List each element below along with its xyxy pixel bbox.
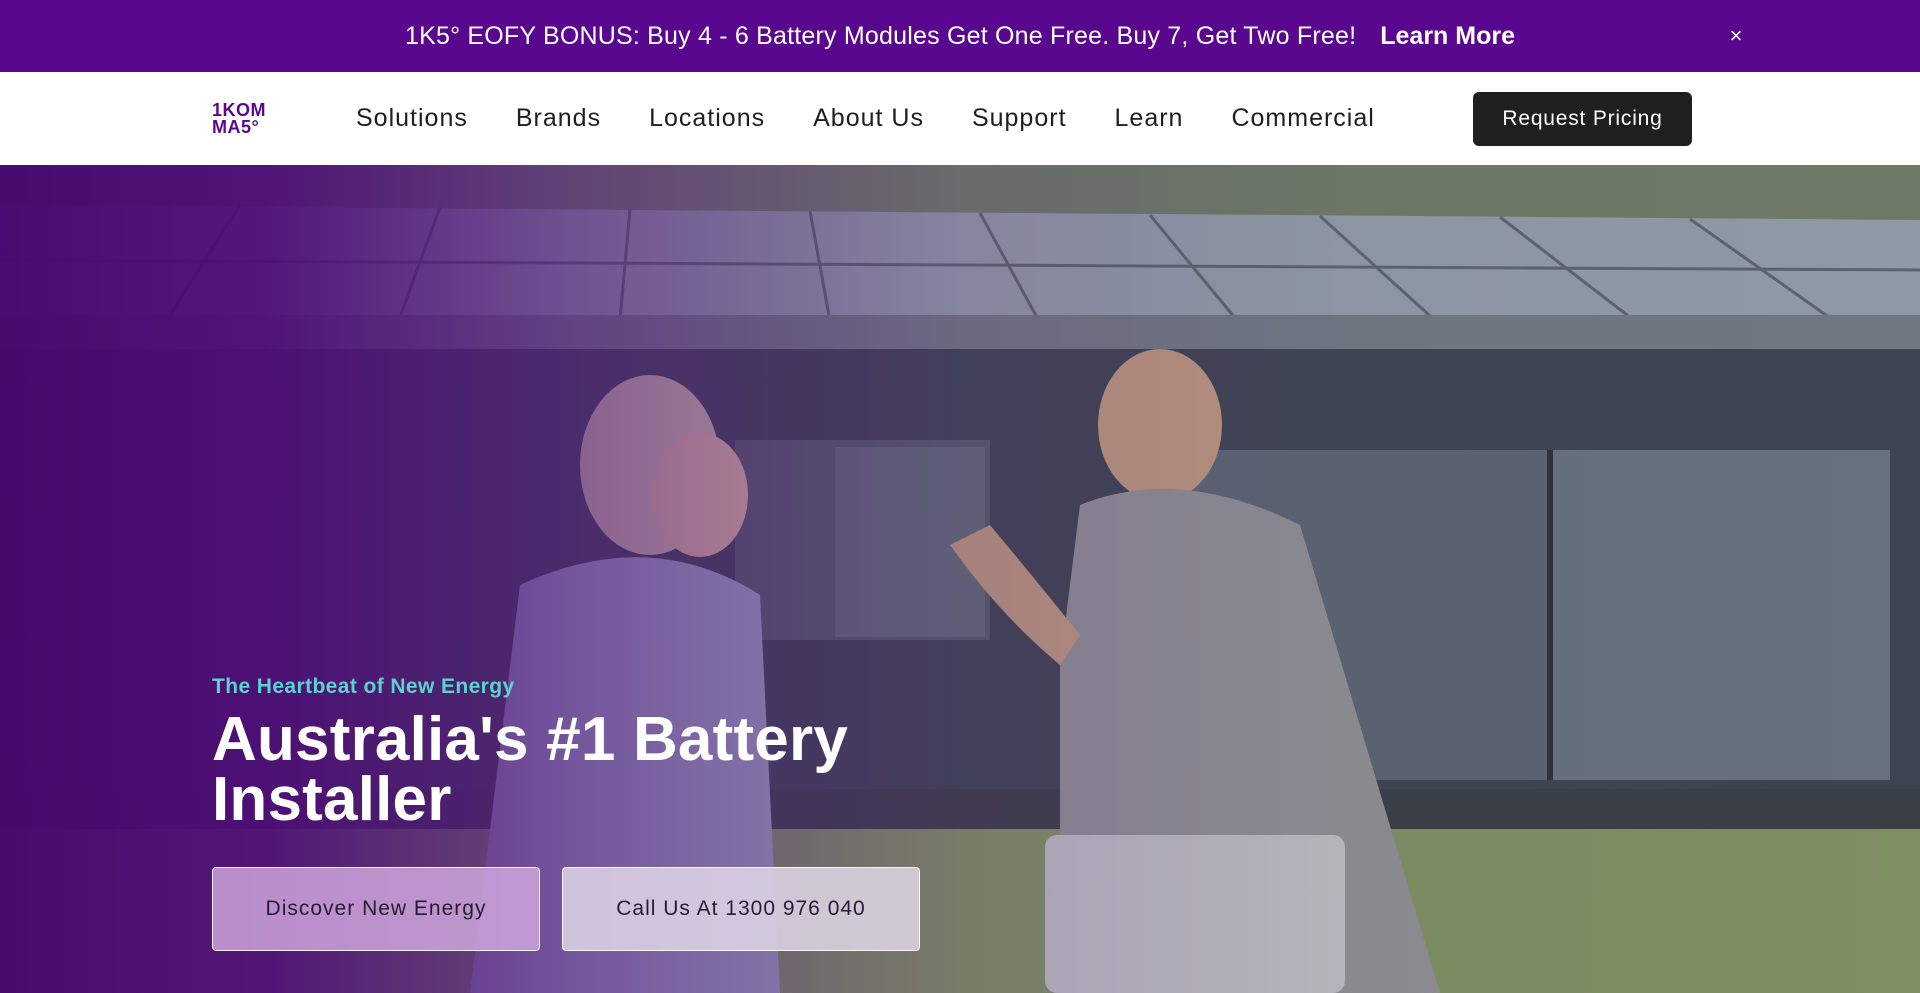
promo-banner: 1K5° EOFY BONUS: Buy 4 - 6 Battery Modul… bbox=[0, 0, 1920, 72]
logo-line-2: MA5° bbox=[212, 117, 260, 137]
request-pricing-button[interactable]: Request Pricing bbox=[1473, 92, 1692, 146]
brand-logo[interactable]: 1KOM MA5° bbox=[212, 101, 282, 140]
promo-text: 1K5° EOFY BONUS: Buy 4 - 6 Battery Modul… bbox=[404, 21, 1357, 50]
nav-commercial[interactable]: Commercial bbox=[1231, 104, 1374, 133]
nav-learn[interactable]: Learn bbox=[1115, 104, 1184, 133]
learn-more-link[interactable]: Learn More bbox=[1380, 22, 1515, 51]
close-icon[interactable]: × bbox=[1722, 22, 1750, 50]
hero-tagline: The Heartbeat of New Energy bbox=[212, 675, 515, 698]
nav-brands[interactable]: Brands bbox=[516, 104, 601, 133]
nav-solutions[interactable]: Solutions bbox=[356, 104, 468, 133]
nav-about-us[interactable]: About Us bbox=[813, 104, 924, 133]
nav-support[interactable]: Support bbox=[972, 104, 1067, 133]
site-header: 1KOM MA5° Solutions Brands Locations Abo… bbox=[0, 72, 1920, 165]
nav-locations[interactable]: Locations bbox=[649, 104, 765, 133]
main-nav: Solutions Brands Locations About Us Supp… bbox=[356, 72, 1423, 165]
hero-title: Australia's #1 Battery Installer bbox=[212, 705, 848, 834]
call-us-button[interactable]: Call Us At 1300 976 040 bbox=[562, 867, 920, 951]
discover-new-energy-button[interactable]: Discover New Energy bbox=[212, 867, 540, 951]
hero-section: The Heartbeat of New Energy Australia's … bbox=[0, 165, 1920, 993]
